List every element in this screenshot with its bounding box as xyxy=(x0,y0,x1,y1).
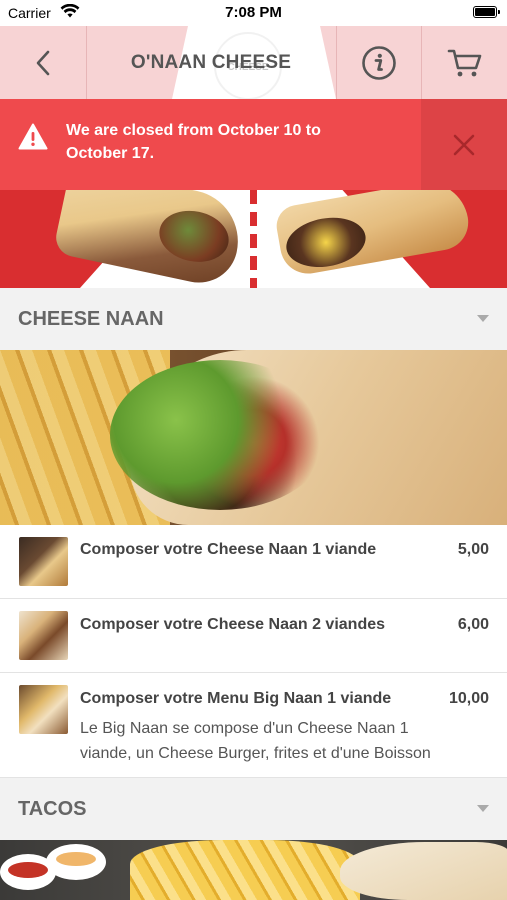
item-price: 6,00 xyxy=(457,616,489,633)
category-label: CHEESE NAAN xyxy=(18,308,164,330)
navigation-bar: O'NAAN CHEESE xyxy=(0,26,507,99)
hero-lane-mark xyxy=(250,256,257,270)
chevron-down-icon xyxy=(477,315,489,322)
info-button[interactable] xyxy=(337,26,421,99)
battery-icon xyxy=(473,6,500,18)
item-thumbnail xyxy=(19,537,68,586)
category-image-cheese-naan xyxy=(0,350,507,525)
cart-button[interactable] xyxy=(422,26,507,99)
hero-banner-image xyxy=(0,190,507,288)
item-name: Composer votre Cheese Naan 2 viandes xyxy=(80,616,386,633)
item-name: Composer votre Menu Big Naan 1 viande xyxy=(80,690,392,707)
menu-item[interactable]: Composer votre Menu Big Naan 1 viande 10… xyxy=(0,673,507,778)
hero-lane-mark xyxy=(250,278,257,288)
item-price: 10,00 xyxy=(448,690,489,707)
status-bar: Carrier 7:08 PM xyxy=(0,0,507,26)
category-image-tacos xyxy=(0,840,507,900)
item-price: 5,00 xyxy=(457,541,489,558)
item-thumbnail xyxy=(19,685,68,734)
chevron-down-icon xyxy=(477,805,489,812)
hero-lane-mark xyxy=(250,190,257,204)
back-button[interactable] xyxy=(0,26,86,99)
menu-item[interactable]: Composer votre Cheese Naan 1 viande 5,00 xyxy=(0,525,507,599)
menu-item[interactable]: Composer votre Cheese Naan 2 viandes 6,0… xyxy=(0,599,507,673)
warning-icon xyxy=(18,123,48,155)
category-header-tacos[interactable]: TACOS xyxy=(0,778,507,840)
info-icon xyxy=(362,45,396,80)
filling-image xyxy=(110,360,330,510)
close-icon xyxy=(453,134,475,155)
sauce-bowl-image xyxy=(46,844,106,880)
tortilla-image xyxy=(340,842,507,900)
alert-message: We are closed from October 10 to October… xyxy=(66,122,321,162)
item-thumbnail xyxy=(19,611,68,660)
hero-lane-mark xyxy=(250,234,257,248)
fries-image xyxy=(130,840,360,900)
chevron-left-icon xyxy=(36,50,50,75)
category-header-cheese-naan[interactable]: CHEESE NAAN xyxy=(0,288,507,350)
close-alert-button[interactable] xyxy=(421,99,507,190)
category-label: TACOS xyxy=(18,798,87,820)
clock: 7:08 PM xyxy=(225,4,282,21)
cart-icon xyxy=(447,49,481,76)
closed-alert-banner: We are closed from October 10 to October… xyxy=(0,99,507,190)
item-name: Composer votre Cheese Naan 1 viande xyxy=(80,541,377,558)
hero-lane-mark xyxy=(250,212,257,226)
item-description: Le Big Naan se compose d'un Cheese Naan … xyxy=(80,720,431,762)
page-title: O'NAAN CHEESE xyxy=(130,52,292,73)
